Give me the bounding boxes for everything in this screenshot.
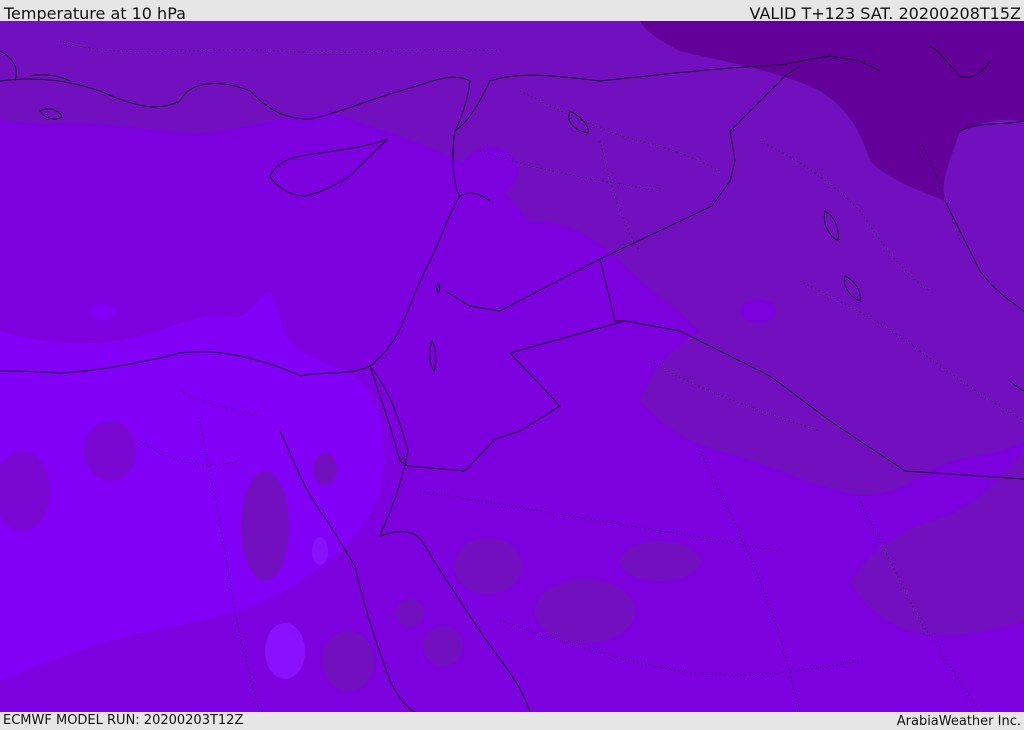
field-blob	[740, 299, 776, 323]
credit-label: ArabiaWeather Inc.	[896, 714, 1021, 729]
field-blob	[396, 599, 424, 627]
map-canvas	[0, 21, 1024, 712]
model-run-label: ECMWF MODEL RUN: 20200203T12Z	[3, 713, 244, 728]
field-blob	[322, 631, 374, 691]
field-blob	[620, 541, 700, 581]
footer-bar: ECMWF MODEL RUN: 20200203T12Z ArabiaWeat…	[0, 712, 1024, 729]
field-blob	[84, 421, 136, 481]
field-blob	[454, 538, 522, 594]
temperature-map[interactable]	[0, 21, 1024, 712]
field-blob	[423, 626, 463, 666]
field-blob	[312, 537, 328, 565]
header-bar: Temperature at 10 hPa VALID T+123 SAT. 2…	[0, 0, 1024, 23]
field-blob	[462, 147, 518, 195]
field-blob	[265, 623, 305, 679]
field-blob	[313, 453, 337, 485]
field-blob	[89, 304, 117, 320]
field-blob	[535, 579, 635, 643]
field-blob	[241, 471, 289, 581]
